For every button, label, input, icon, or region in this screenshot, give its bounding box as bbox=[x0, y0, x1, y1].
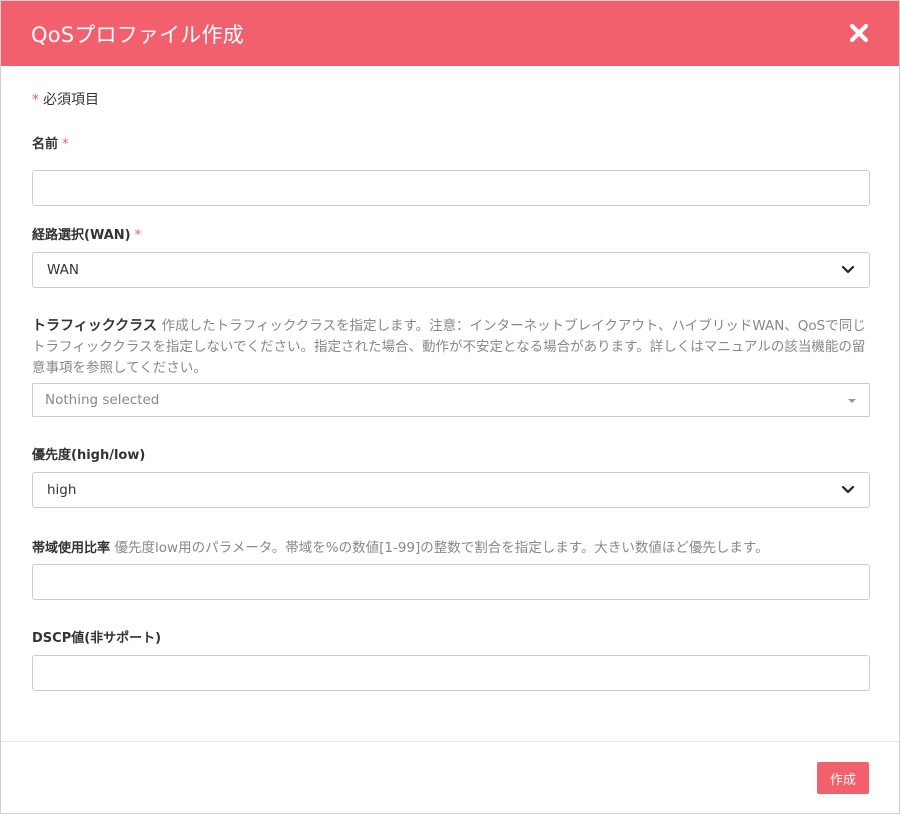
modal-title: QoSプロファイル作成 bbox=[31, 22, 244, 47]
name-input[interactable] bbox=[32, 170, 870, 206]
route-select-value: WAN bbox=[47, 262, 79, 278]
traffic-class-help: 作成したトラフィッククラスを指定します。注意：インターネットブレイクアウト、ハイ… bbox=[32, 318, 866, 376]
priority-label: 優先度(high/low) bbox=[32, 448, 146, 463]
name-field-group: 名前 * bbox=[32, 135, 870, 206]
traffic-class-label: トラフィッククラス 作成したトラフィッククラスを指定します。注意：インターネット… bbox=[32, 316, 870, 379]
traffic-class-placeholder: Nothing selected bbox=[45, 392, 160, 408]
priority-select-value: high bbox=[47, 482, 77, 498]
chevron-down-icon bbox=[841, 265, 855, 274]
caret-down-icon bbox=[848, 399, 856, 403]
route-label-text: 経路選択(WAN) bbox=[32, 228, 131, 243]
close-button[interactable] bbox=[847, 21, 871, 45]
route-select[interactable]: WAN bbox=[32, 252, 870, 288]
route-field-group: 経路選択(WAN) * WAN bbox=[32, 226, 870, 288]
qos-profile-modal: QoSプロファイル作成 *必須項目 名前* 経路選択(WAN)* WAN bbox=[0, 0, 900, 814]
create-button[interactable]: 作成 bbox=[817, 762, 869, 794]
route-label: 経路選択(WAN) * bbox=[32, 226, 870, 246]
modal-header: QoSプロファイル作成 bbox=[1, 1, 899, 66]
required-note: * 必須項目 bbox=[32, 89, 99, 109]
dscp-input[interactable] bbox=[32, 655, 870, 691]
bandwidth-field-group: 帯域使用比率 優先度low用のパラメータ。帯域を%の数値[1-99]の整数で割合… bbox=[32, 538, 870, 600]
bandwidth-input[interactable] bbox=[32, 564, 870, 600]
name-required-mark: * bbox=[62, 137, 69, 152]
bandwidth-help: 優先度low用のパラメータ。帯域を%の数値[1-99]の整数で割合を指定します。… bbox=[114, 540, 769, 556]
dscp-field-group: DSCP値(非サポート) bbox=[32, 629, 870, 691]
traffic-class-label-text: トラフィッククラス bbox=[32, 318, 157, 334]
route-required-mark: * bbox=[134, 228, 142, 243]
footer-divider bbox=[1, 741, 899, 742]
required-note-text: 必須項目 bbox=[43, 92, 99, 108]
traffic-class-field-group: トラフィッククラス 作成したトラフィッククラスを指定します。注意：インターネット… bbox=[32, 316, 870, 417]
dscp-label: DSCP値(非サポート) bbox=[32, 631, 162, 646]
bandwidth-label: 帯域使用比率 優先度low用のパラメータ。帯域を%の数値[1-99]の整数で割合… bbox=[32, 538, 870, 559]
name-label-text: 名前 bbox=[32, 137, 59, 152]
priority-select[interactable]: high bbox=[32, 472, 870, 508]
bandwidth-label-text: 帯域使用比率 bbox=[32, 541, 111, 556]
chevron-down-icon bbox=[841, 485, 855, 494]
traffic-class-select[interactable]: Nothing selected bbox=[32, 383, 870, 417]
close-icon bbox=[849, 23, 869, 43]
required-asterisk: * bbox=[32, 92, 39, 108]
priority-field-group: 優先度(high/low) high bbox=[32, 446, 870, 508]
name-label: 名前 * bbox=[32, 135, 870, 155]
